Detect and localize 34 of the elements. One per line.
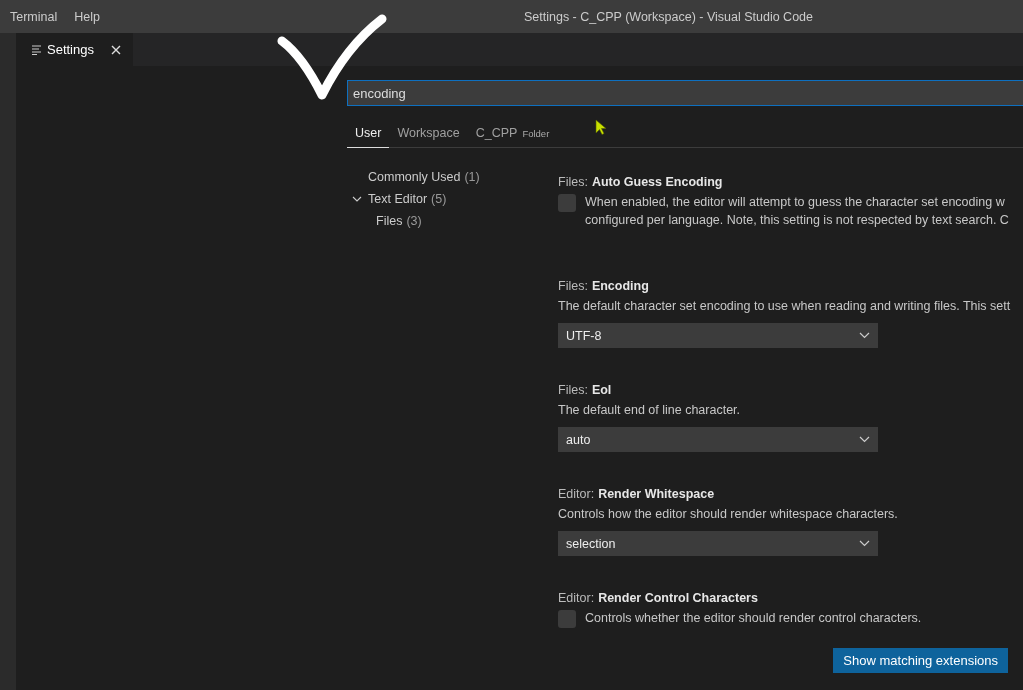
- setting-title: Files: Eol: [558, 383, 613, 397]
- chevron-icon: [859, 332, 870, 339]
- toc-item[interactable]: Commonly Used (1): [347, 166, 558, 188]
- cursor-icon: [595, 119, 607, 136]
- show-extensions-button[interactable]: Show matching extensions: [833, 648, 1008, 673]
- checkbox[interactable]: [558, 194, 576, 212]
- setting-title: Files: Encoding: [558, 279, 650, 293]
- setting-title: Files: Auto Guess Encoding: [558, 175, 724, 189]
- window-title: Settings - C_CPP (Workspace) - Visual Studio Code: [523, 9, 813, 24]
- checkbox[interactable]: [558, 610, 576, 628]
- dropdown[interactable]: UTF-8: [558, 323, 878, 348]
- scope-tab[interactable]: Workspace: [389, 118, 468, 148]
- chevron-icon: [859, 436, 870, 443]
- setting-title: Editor: Render Whitespace: [558, 487, 716, 501]
- editor-tab[interactable]: Settings: [16, 33, 133, 66]
- setting-description: Controls how the editor should render whitespace characters.: [558, 506, 899, 523]
- lines-icon: [32, 44, 41, 55]
- dropdown[interactable]: selection: [558, 531, 878, 556]
- scope-tab[interactable]: User: [347, 118, 390, 148]
- chevron-icon: [352, 194, 362, 204]
- setting-title: Editor: Render Control Characters: [558, 591, 759, 605]
- toc-item[interactable]: Files (3): [347, 210, 558, 232]
- menu-item[interactable]: Terminal: [0, 9, 65, 24]
- toc-item[interactable]: Text Editor (5): [347, 188, 558, 210]
- setting-description: The default end of line character.: [558, 402, 742, 419]
- scope-tab[interactable]: C_CPP Folder: [467, 118, 558, 148]
- dropdown[interactable]: auto: [558, 427, 878, 452]
- search-field[interactable]: encoding: [347, 80, 1023, 106]
- menu-item[interactable]: Help: [64, 9, 107, 24]
- setting-description: When enabled, the editor will attempt to guess the character set encoding w configured per language. Note, this setting is not respected by text search. C: [585, 194, 1010, 229]
- setting-description: The default character set encoding to use when reading and writing files. This sett: [558, 298, 1012, 315]
- chevron-icon: [859, 540, 870, 547]
- close-icon[interactable]: [111, 44, 121, 55]
- setting-description: Controls whether the editor should render control characters.: [585, 610, 923, 627]
